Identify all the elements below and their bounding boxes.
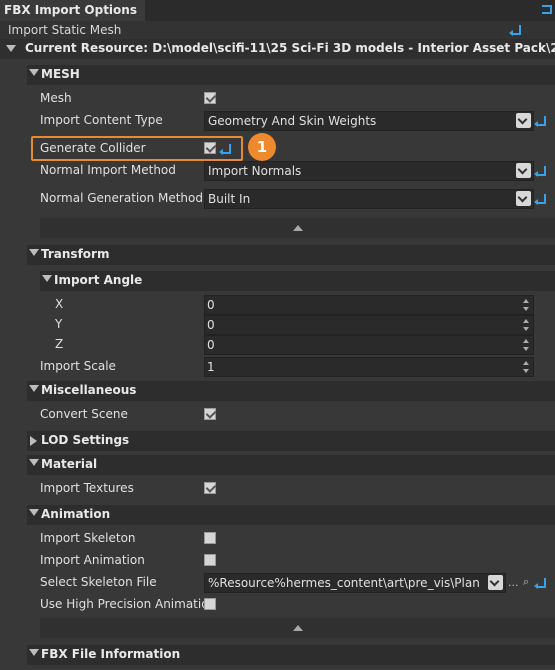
expand-triangle-icon[interactable] (29, 249, 39, 256)
section-transform-label: Transform (41, 247, 110, 261)
pin-icon[interactable] (542, 5, 552, 14)
annotation-badge: 1 (248, 133, 276, 161)
z-label: Z (55, 337, 64, 351)
import-skeleton-checkbox[interactable] (204, 532, 216, 544)
normal-import-method-label: Normal Import Method (40, 163, 176, 177)
stepper-icon[interactable] (522, 316, 530, 334)
convert-scene-label: Convert Scene (40, 407, 128, 421)
import-animation-checkbox[interactable] (204, 554, 216, 566)
section-material-label: Material (41, 457, 98, 471)
import-angle-header[interactable]: Import Angle (40, 271, 555, 291)
expand-triangle-icon[interactable] (42, 275, 52, 282)
select-skeleton-file-label: Select Skeleton File (40, 575, 157, 589)
stepper-icon[interactable] (522, 296, 530, 314)
section-lod-label: LOD Settings (41, 433, 130, 447)
chevron-down-icon[interactable] (516, 163, 531, 178)
expand-triangle-icon[interactable] (29, 649, 39, 656)
reset-icon[interactable] (534, 166, 546, 177)
current-resource-text: Current Resource: D:\model\scifi-11\25 S… (25, 41, 555, 55)
chevron-down-icon[interactable] (488, 575, 503, 590)
section-mesh-header[interactable]: MESH (27, 65, 555, 85)
import-textures-label: Import Textures (40, 481, 134, 495)
section-lod-header[interactable]: LOD Settings (27, 431, 555, 451)
normal-generation-method-select[interactable]: Built In (204, 189, 534, 209)
y-input[interactable]: 0 (204, 315, 534, 335)
current-resource-bar: Current Resource: D:\model\scifi-11\25 S… (0, 39, 555, 59)
search-icon[interactable]: ⌕ (523, 575, 529, 589)
chevron-up-icon[interactable] (293, 225, 303, 231)
section-mesh-label: MESH (41, 67, 80, 81)
import-scale-input[interactable]: 1 (204, 357, 534, 377)
y-label: Y (55, 317, 63, 331)
section-fbx-info-header[interactable]: FBX File Information (27, 645, 555, 665)
import-animation-label: Import Animation (40, 553, 145, 567)
normal-generation-method-label: Normal Generation Method (40, 191, 203, 205)
select-skeleton-file-select[interactable]: %Resource%hermes_content\art\pre_vis\Pla… (204, 573, 506, 593)
reset-icon[interactable] (534, 194, 546, 205)
import-textures-checkbox[interactable] (204, 482, 216, 494)
mesh-label: Mesh (40, 91, 72, 105)
x-input[interactable]: 0 (204, 295, 534, 315)
chevron-down-icon[interactable] (516, 113, 531, 128)
use-high-precision-checkbox[interactable] (204, 598, 216, 610)
import-scale-label: Import Scale (40, 359, 116, 373)
chevron-down-icon[interactable] (516, 191, 531, 206)
reset-icon[interactable] (534, 116, 546, 127)
chevron-up-icon[interactable] (293, 625, 303, 631)
reset-icon[interactable] (509, 25, 521, 36)
import-content-type-select[interactable]: Geometry And Skin Weights (204, 111, 534, 131)
collapse-triangle-icon[interactable] (6, 45, 16, 52)
highlight-box (31, 136, 243, 161)
subtitle: Import Static Mesh (0, 21, 555, 39)
expand-triangle-icon[interactable] (29, 385, 39, 392)
stepper-icon[interactable] (522, 358, 530, 376)
section-animation-label: Animation (41, 507, 111, 521)
z-input[interactable]: 0 (204, 335, 534, 355)
import-skeleton-label: Import Skeleton (40, 531, 136, 545)
reset-icon[interactable] (534, 578, 546, 589)
use-high-precision-label: Use High Precision Animation (40, 597, 204, 611)
x-label: X (55, 297, 64, 311)
section-fbx-info-label: FBX File Information (41, 647, 181, 661)
expand-triangle-icon[interactable] (29, 459, 39, 466)
mesh-checkbox[interactable] (204, 92, 216, 104)
browse-button[interactable]: ... (508, 576, 519, 589)
import-angle-label: Import Angle (54, 273, 143, 287)
section-transform-header[interactable]: Transform (27, 245, 555, 265)
expand-triangle-icon[interactable] (29, 69, 39, 76)
import-content-type-label: Import Content Type (40, 113, 163, 127)
section-miscellaneous-header[interactable]: Miscellaneous (27, 381, 555, 401)
section-material-header[interactable]: Material (27, 455, 555, 475)
section-miscellaneous-label: Miscellaneous (41, 383, 137, 397)
convert-scene-checkbox[interactable] (204, 408, 216, 420)
normal-import-method-select[interactable]: Import Normals (204, 161, 534, 181)
expand-triangle-icon[interactable] (29, 509, 39, 516)
tab-fbx-import-options[interactable]: FBX Import Options (0, 0, 145, 21)
collapsed-triangle-icon[interactable] (30, 436, 37, 446)
stepper-icon[interactable] (522, 336, 530, 354)
section-animation-header[interactable]: Animation (27, 505, 555, 525)
